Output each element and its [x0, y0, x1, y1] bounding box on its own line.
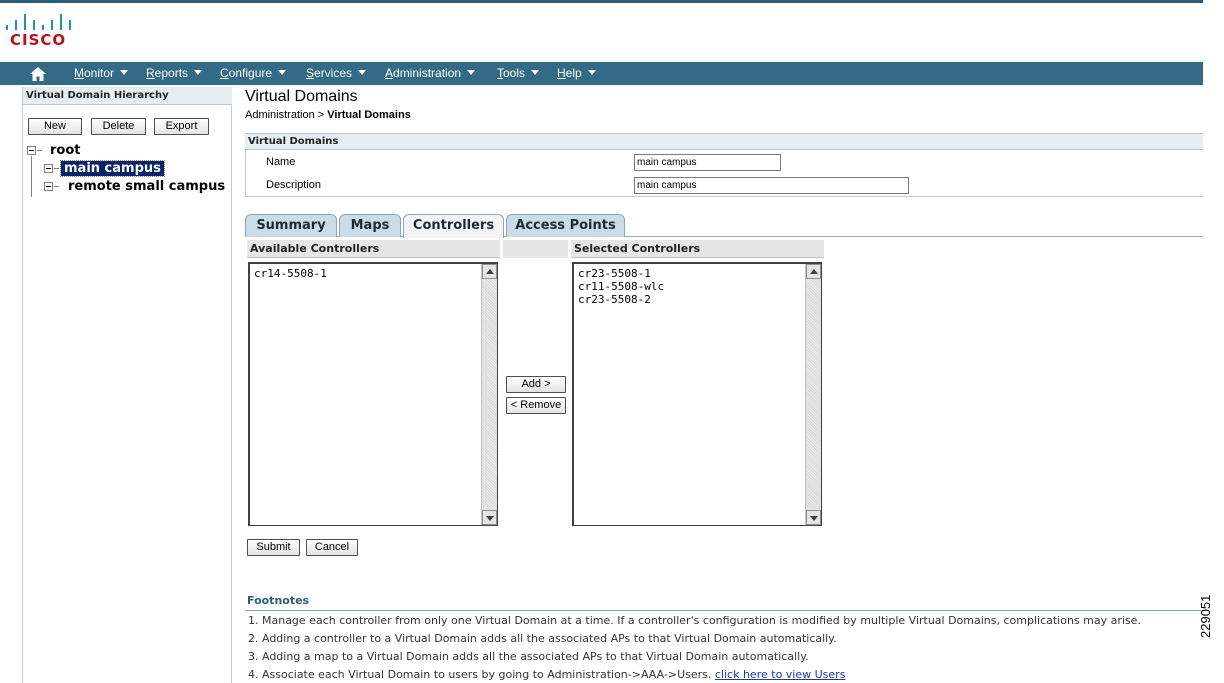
scroll-down-icon[interactable] [806, 510, 821, 525]
menu-configure[interactable]: Configure [220, 66, 287, 80]
cisco-logo: CISCO [6, 10, 76, 50]
scroll-down-icon[interactable] [482, 510, 497, 525]
tree-node-root[interactable]: root [50, 143, 81, 158]
list-item[interactable]: cr23-5508-1 [578, 267, 651, 280]
footnote-1: 1. Manage each controller from only one … [248, 614, 1141, 627]
view-users-link[interactable]: click here to view Users [715, 668, 846, 681]
home-icon[interactable] [30, 67, 46, 81]
description-input[interactable]: main campus [634, 177, 909, 194]
delete-button[interactable]: Delete [91, 118, 146, 135]
description-label: Description [266, 179, 322, 191]
top-border [0, 0, 1203, 3]
chevron-down-icon [194, 70, 203, 75]
tree-connector [31, 156, 32, 197]
export-button[interactable]: Export [154, 118, 209, 135]
add-button[interactable]: Add > [506, 376, 566, 393]
figure-id: 229051 [1198, 594, 1213, 638]
collapse-icon[interactable] [44, 164, 53, 173]
collapse-icon[interactable] [27, 146, 36, 155]
menu-administration[interactable]: Administration [385, 66, 476, 80]
footnote-3: 3. Adding a map to a Virtual Domain adds… [248, 650, 809, 663]
menu-reports[interactable]: Reports [146, 66, 203, 80]
tree-connector [54, 186, 59, 187]
footnote-2: 2. Adding a controller to a Virtual Doma… [248, 632, 837, 645]
selected-controllers-header: Selected Controllers [571, 240, 824, 258]
list-item[interactable]: cr11-5508-wlc [578, 280, 664, 293]
menu-tools[interactable]: Tools [497, 66, 540, 80]
chevron-down-icon [587, 70, 596, 75]
tree-node-remote-small-campus[interactable]: remote small campus [68, 179, 225, 194]
breadcrumb-parent[interactable]: Administration [245, 109, 315, 121]
cisco-bridge-icon [6, 10, 74, 30]
tab-controllers[interactable]: Controllers [403, 214, 504, 238]
collapse-icon[interactable] [44, 182, 53, 191]
page-title: Virtual Domains [245, 88, 358, 105]
footnote-4-text: 4. Associate each Virtual Domain to user… [248, 668, 715, 681]
scrollbar[interactable] [481, 264, 497, 525]
menu-help[interactable]: Help [557, 66, 596, 80]
tab-access-points[interactable]: Access Points [506, 214, 625, 237]
virtual-domain-hierarchy-panel: Virtual Domain Hierarchy New Delete Expo… [22, 87, 232, 683]
chevron-down-icon [278, 70, 287, 75]
new-button[interactable]: New [28, 118, 82, 135]
menu-services[interactable]: Services [306, 66, 367, 80]
list-item[interactable]: cr23-5508-2 [578, 293, 651, 306]
menu-monitor[interactable]: Monitor [74, 66, 129, 80]
selected-controllers-list[interactable]: cr23-5508-1 cr11-5508-wlc cr23-5508-2 [572, 262, 822, 526]
header-spacer [503, 240, 568, 258]
available-controllers-header: Available Controllers [247, 240, 500, 258]
footnotes-title: Footnotes [247, 594, 310, 607]
list-item[interactable]: cr14-5508-1 [254, 267, 327, 280]
breadcrumb-current: Virtual Domains [327, 109, 411, 121]
name-input[interactable]: main campus [634, 154, 781, 171]
tree-connector [37, 150, 42, 151]
main-menu-bar: Monitor Reports Configure Services Admin… [0, 62, 1203, 85]
breadcrumb-separator: > [317, 109, 325, 121]
footnotes-divider [245, 610, 1203, 611]
chevron-down-icon [358, 70, 367, 75]
breadcrumb: Administration > Virtual Domains [245, 109, 411, 121]
chevron-down-icon [531, 70, 540, 75]
name-label: Name [266, 156, 296, 168]
tree-connector [54, 168, 59, 169]
tab-maps[interactable]: Maps [339, 214, 401, 237]
footnote-4: 4. Associate each Virtual Domain to user… [248, 668, 845, 681]
domain-form: Name main campus Description main campus [245, 150, 1203, 197]
panel-header: Virtual Domain Hierarchy [23, 87, 232, 105]
section-header: Virtual Domains [245, 133, 1203, 150]
logo-wordmark: CISCO [10, 31, 67, 49]
cancel-button[interactable]: Cancel [306, 539, 358, 556]
tab-summary[interactable]: Summary [245, 214, 337, 237]
scroll-up-icon[interactable] [806, 264, 821, 279]
remove-button[interactable]: < Remove [506, 397, 566, 414]
chevron-down-icon [120, 70, 129, 75]
tree-node-main-campus[interactable]: main campus [60, 160, 165, 177]
available-controllers-list[interactable]: cr14-5508-1 [248, 262, 498, 526]
scrollbar[interactable] [805, 264, 821, 525]
chevron-down-icon [467, 70, 476, 75]
submit-button[interactable]: Submit [247, 539, 300, 556]
scroll-up-icon[interactable] [482, 264, 497, 279]
